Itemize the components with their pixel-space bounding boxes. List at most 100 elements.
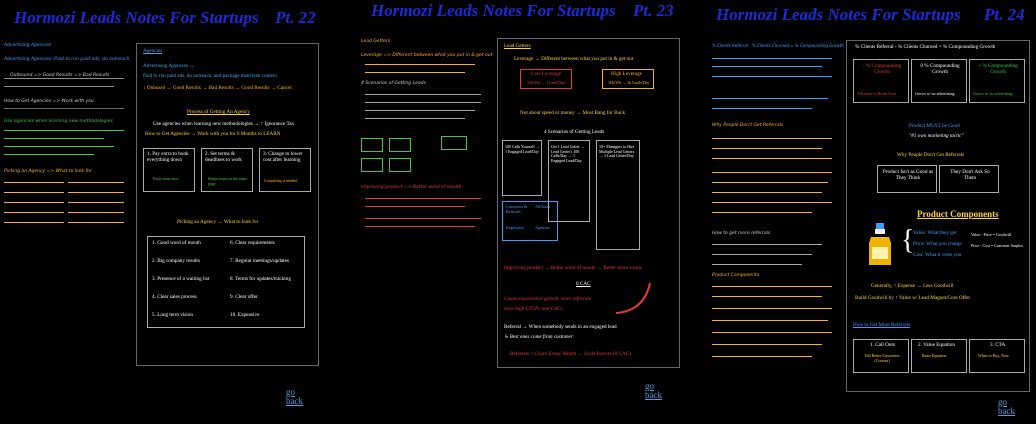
- scribble-line: [4, 192, 64, 193]
- affiliate-cell: Customers & Referrals: [506, 204, 528, 214]
- growth-sub: Advertise to Break Even: [857, 91, 897, 96]
- note-heading: Advertising Agencies: [4, 43, 52, 48]
- criteria-table: 1. Good word of mouth 6. Clear requireme…: [147, 236, 305, 328]
- sketch-box: [389, 158, 411, 172]
- how-more-heading: How to Get More Referrals: [853, 322, 911, 328]
- scribble-line: [68, 202, 124, 203]
- criteria-item: 4. Clear sales process: [152, 294, 197, 300]
- notes-panel: Lead Getters Leverage → Different betwee…: [497, 38, 680, 368]
- scribble-line: [68, 212, 124, 213]
- scribble-line: [4, 202, 64, 203]
- criteria-item: 3. Presence of a waiting list: [152, 276, 210, 282]
- panel-heading: Agencies: [143, 48, 163, 54]
- criteria-item: 2. Big company results: [152, 258, 200, 264]
- low-leverage-box: Low Leverage 1Hr/Wk → 1 Lead/Day: [520, 69, 572, 89]
- growth-sub: Grows w/ no advertising: [915, 91, 955, 96]
- page-title: Hormozi Leads Notes For Startups: [14, 8, 259, 27]
- column-pt22: Hormozi Leads Notes For Startups Pt. 22 …: [0, 0, 340, 424]
- go-back-link[interactable]: go back: [998, 397, 1022, 417]
- panel-line: Paid to run paid ads, do outreach, and p…: [143, 73, 277, 79]
- scribble-line: [365, 110, 475, 111]
- scribble-line: [4, 78, 124, 79]
- panel-heading: Lead Getters: [504, 43, 531, 49]
- scribble-line: [712, 158, 832, 159]
- how-label: 1. Call Outs: [870, 342, 895, 348]
- note-line: How to Get Agencies => Work with you: [4, 99, 94, 104]
- low-leverage-label: Low Leverage: [531, 71, 562, 77]
- leverage-line: Leverage → Different between what you pu…: [514, 56, 634, 62]
- growth-cell: - % Compounding Growth Advertise to Brea…: [853, 59, 909, 103]
- note-heading: Why People Don't Get Referrals: [712, 123, 784, 128]
- picking-line: Picking an Agency → What to look for: [177, 219, 259, 225]
- affiliates-grid: Customers & Referrals Affiliates Employe…: [502, 201, 558, 241]
- note-line: Picking an Agency => What to look for: [4, 169, 92, 174]
- note-line: Use agencies when learning new methodolo…: [4, 119, 113, 124]
- scribble-line: [712, 182, 828, 183]
- column-pt24: Hormozi Leads Notes For Startups Pt. 24 …: [690, 0, 1036, 424]
- step-box: 3. Change to lower cost after learning C…: [259, 148, 311, 192]
- cause-line: have high LTGPs and CACs: [504, 306, 563, 312]
- scribble-line: [4, 86, 114, 87]
- step-label: 3. Change to lower cost after learning: [263, 151, 303, 163]
- scribble-line: [712, 98, 828, 99]
- criteria-item: 5. Long term vision: [152, 312, 193, 318]
- step-sub: Consulting if needed: [264, 178, 298, 183]
- scenario-box: 10+ Managers to Hire Multiple Lead Gette…: [596, 140, 640, 250]
- how-cell: 1. Call Outs Tell Better Customers (Cros…: [853, 339, 909, 373]
- scribble-line: [4, 182, 64, 183]
- page-title: Hormozi Leads Notes For Startups: [371, 1, 616, 20]
- value-minus: Value - Price = Goodwill: [971, 232, 1012, 237]
- part-number: Pt. 22: [275, 8, 316, 27]
- handwritten-notes: Advertising Agencies Advertising Agencie…: [4, 42, 132, 242]
- generally-line: Generally, ↑ Expense → Less Goodwill: [871, 283, 954, 289]
- scribble-line: [712, 172, 832, 173]
- scribble-line: [365, 218, 481, 219]
- scribble-line: [712, 308, 832, 309]
- growth-cell: + % Compounding Growth Grows w/ no adver…: [969, 59, 1025, 103]
- page-title: Hormozi Leads Notes For Startups: [716, 5, 961, 24]
- scribble-line: [712, 58, 832, 59]
- go-back-link[interactable]: go back: [645, 381, 669, 401]
- process-line: How to Get Agencies → Work with you for …: [145, 131, 281, 137]
- scenarios-heading: 4 Scenarios of Getting Leads: [544, 129, 605, 135]
- scenario-text: Get 1 Lead Getter → Lead Getter's 100 Ca…: [551, 144, 585, 163]
- affiliate-cell: Affiliates: [535, 204, 551, 209]
- scribble-line: [712, 66, 822, 67]
- scribble-line: [4, 222, 64, 223]
- scribble-line: [712, 148, 822, 149]
- criteria-item: 8. Terms for updates/tracking: [230, 276, 291, 282]
- referral-sub: ↳ Best ones come from customer: [504, 334, 573, 340]
- scribble-line: [712, 296, 822, 297]
- step-label: 1. Pay extra to book everything down: [147, 151, 189, 163]
- part-number: Pt. 23: [633, 1, 674, 20]
- step-label: 2. Set terms & deadlines to work: [205, 151, 242, 163]
- scribble-line: [712, 344, 822, 345]
- handwritten-notes: Lead Getters Leverage => Different betwe…: [361, 38, 492, 238]
- why-text: They Don't Ask So Them: [950, 169, 990, 181]
- high-leverage-label: High Leverage: [611, 71, 642, 77]
- how-cell: 3. CTA When to Buy, Now: [969, 339, 1025, 373]
- low-leverage-sub: 1Hr/Wk → 1 Lead/Day: [527, 80, 565, 85]
- go-back-link[interactable]: go back: [286, 387, 310, 407]
- process-heading: Process of Getting An Agency: [187, 109, 250, 115]
- why-text: Product Isn't as Good as They Think: [882, 169, 934, 181]
- high-leverage-sub: 1Hr/Wk → 1k Leads/Day: [608, 80, 650, 85]
- why-cell: They Don't Ask So Them: [939, 165, 999, 193]
- build-goodwill: Build Goodwill by ↑ Value w/ Lead Magnet…: [855, 295, 971, 301]
- sketch-box: [389, 138, 411, 152]
- cac-label: 0 CAC: [576, 281, 591, 287]
- growth-sub: Grows w/ no advertising: [973, 91, 1013, 96]
- step-sub: Teach team once: [152, 176, 179, 181]
- high-leverage-box: High Leverage 1Hr/Wk → 1k Leads/Day: [602, 69, 654, 89]
- scribble-line: [712, 254, 812, 255]
- criteria-item: 10. Expensive: [230, 312, 260, 318]
- step-box: 2. Set terms & deadlines to work Keeps t…: [201, 148, 253, 192]
- scenario-text: 100 Calls Yourself → 1 Engaged Lead/Day: [505, 144, 540, 154]
- why-heading: Why People Don't Get Referrals: [897, 152, 965, 158]
- improving-line: Improving product → Better word of mouth…: [504, 265, 642, 271]
- top-line: % Clients Referral - % Clients Churned =…: [855, 44, 996, 50]
- scribble-line: [365, 206, 465, 207]
- scribble-line: [68, 182, 124, 183]
- scribble-line: [4, 138, 104, 139]
- scribble-line: [68, 192, 124, 193]
